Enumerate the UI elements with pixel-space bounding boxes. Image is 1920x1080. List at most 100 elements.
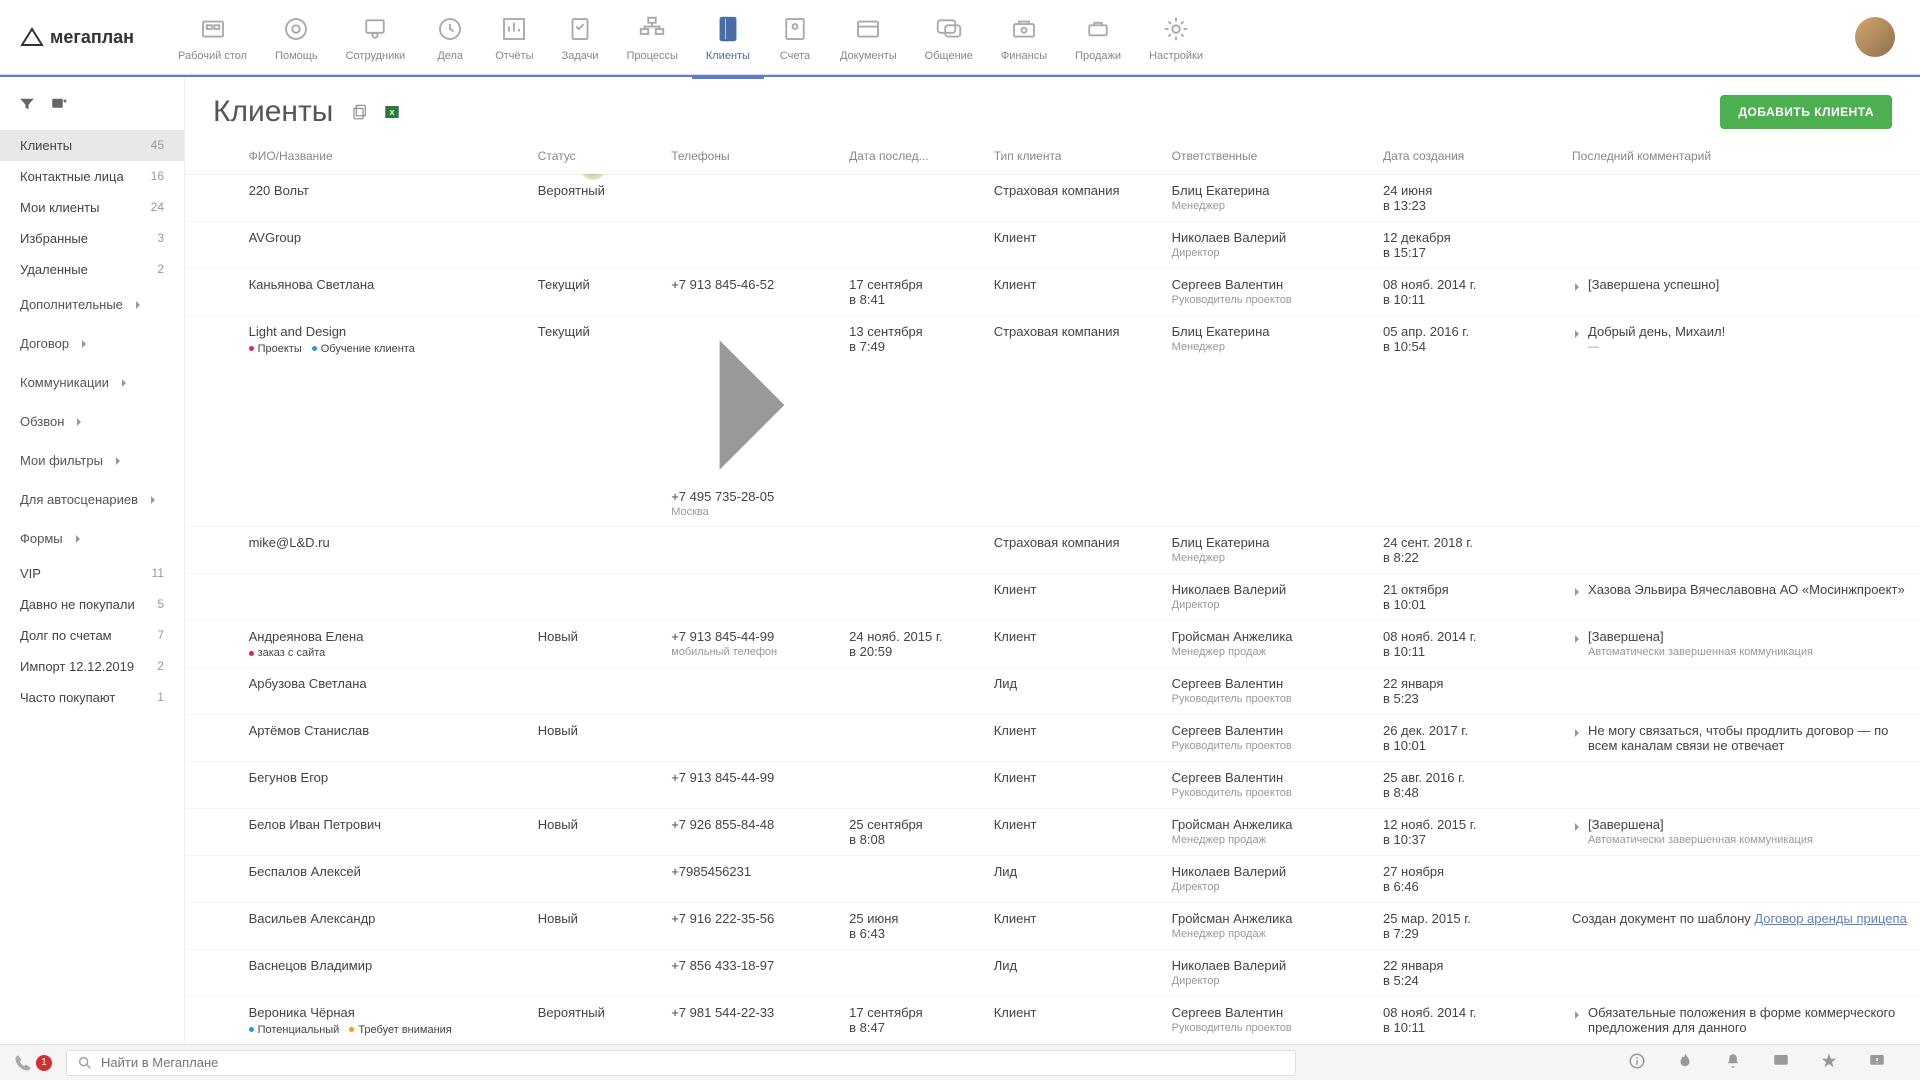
- table-row[interactable]: Беспалов Алексей +7985456231 Лид Николае…: [185, 856, 1920, 903]
- nav-label: Дела: [437, 50, 463, 62]
- add-filter-icon[interactable]: [50, 95, 68, 116]
- star-icon[interactable]: [1820, 1052, 1838, 1073]
- table-row[interactable]: Артёмов Станислав Новый Клиент Сергеев В…: [185, 715, 1920, 762]
- table-row[interactable]: Light and DesignПроектыОбучение клиента …: [185, 316, 1920, 527]
- chevron-right-icon: [1572, 632, 1582, 642]
- column-header[interactable]: Дата послед...: [841, 137, 986, 175]
- user-avatar[interactable]: [1855, 17, 1895, 57]
- nav-chat[interactable]: Общение: [911, 4, 987, 70]
- comment-text: Добрый день, Михаил!: [1588, 324, 1725, 339]
- sidebar-group[interactable]: Договор: [0, 324, 184, 363]
- nav-deals[interactable]: Дела: [419, 4, 481, 70]
- table-row[interactable]: Андреянова Еленазаказ с сайта Новый +7 9…: [185, 620, 1920, 668]
- phone-cell: +7 916 222-35-56: [663, 903, 841, 950]
- copy-icon[interactable]: [351, 103, 369, 121]
- comment-text: Не могу связаться, чтобы продлить догово…: [1588, 723, 1888, 753]
- column-header[interactable]: Последний комментарий: [1564, 137, 1920, 175]
- sidebar-item[interactable]: Клиенты45: [0, 130, 184, 161]
- last-contact-cell: 25 июня в 6:43: [841, 903, 986, 950]
- last-contact-cell: [841, 762, 986, 809]
- column-header[interactable]: Телефоны: [663, 137, 841, 175]
- responsible-name: Сергеев Валентин: [1172, 1005, 1367, 1020]
- chevron-right-icon: [113, 456, 123, 466]
- sidebar-item[interactable]: Долг по счетам7: [0, 620, 184, 651]
- nav-clients[interactable]: Клиенты: [692, 4, 764, 70]
- sidebar-item[interactable]: Контактные лица16: [0, 161, 184, 192]
- column-header[interactable]: Ответственные: [1164, 137, 1375, 175]
- table-row[interactable]: Васильев Александр Новый +7 916 222-35-5…: [185, 903, 1920, 950]
- logo[interactable]: мегаплан: [20, 25, 134, 49]
- sidebar-item[interactable]: Давно не покупали5: [0, 589, 184, 620]
- feedback-icon[interactable]: [1868, 1052, 1886, 1073]
- column-header[interactable]: Дата создания: [1375, 137, 1564, 175]
- filter-icon[interactable]: [18, 95, 36, 116]
- search-input[interactable]: [101, 1055, 1285, 1070]
- nav-settings[interactable]: Настройки: [1135, 4, 1217, 70]
- table-row[interactable]: Каньянова Светлана Текущий +7 913 845-46…: [185, 269, 1920, 316]
- top-nav: мегаплан Рабочий столПомощьСотрудники Дел…: [0, 0, 1920, 75]
- nav-desktop[interactable]: Рабочий стол: [164, 4, 261, 70]
- column-header[interactable]: Тип клиента: [986, 137, 1164, 175]
- add-client-button[interactable]: ДОБАВИТЬ КЛИЕНТА: [1720, 95, 1892, 129]
- table-row[interactable]: AVGroup Клиент Николаев ВалерийДиректор …: [185, 222, 1920, 269]
- info-icon[interactable]: [1628, 1052, 1646, 1073]
- sidebar-group[interactable]: Мои фильтры: [0, 441, 184, 480]
- type-cell: Страховая компания: [986, 526, 1164, 573]
- table-row[interactable]: Бегунов Егор +7 913 845-44-99 Клиент Сер…: [185, 762, 1920, 809]
- sidebar-item[interactable]: Часто покупают1: [0, 682, 184, 713]
- sidebar-group[interactable]: Коммуникации: [0, 363, 184, 402]
- column-header[interactable]: ФИО/Название: [241, 137, 530, 175]
- sidebar-item[interactable]: Мои клиенты24: [0, 192, 184, 223]
- nav-sales[interactable]: Продажи: [1061, 4, 1135, 70]
- nav-help[interactable]: Помощь: [261, 4, 332, 70]
- sidebar-group[interactable]: Обзвон: [0, 402, 184, 441]
- status-cell: [530, 762, 663, 809]
- global-search[interactable]: [66, 1050, 1296, 1076]
- type-cell: Клиент: [986, 762, 1164, 809]
- columns-config-icon[interactable]: [213, 150, 227, 164]
- excel-export-icon[interactable]: X: [383, 103, 401, 121]
- phone-cell: +7 856 433-18-97: [663, 950, 841, 997]
- table-row[interactable]: Вероника ЧёрнаяПотенциальныйТребует вним…: [185, 997, 1920, 1044]
- nav-tasks[interactable]: Задачи: [548, 4, 613, 70]
- flame-icon[interactable]: [1676, 1052, 1694, 1073]
- column-header[interactable]: [185, 137, 241, 175]
- responsible-name: Гройсман Анжелика: [1172, 817, 1367, 832]
- bell-icon[interactable]: [1724, 1052, 1742, 1073]
- table-row[interactable]: mike@L&D.ru Страховая компания Блиц Екат…: [185, 526, 1920, 573]
- column-header[interactable]: Статус: [530, 137, 663, 175]
- table-row[interactable]: Белов Иван Петрович Новый +7 926 855-84-…: [185, 809, 1920, 856]
- nav-finance[interactable]: Финансы: [987, 4, 1061, 70]
- phone-cell: [663, 668, 841, 715]
- sidebar-group-label: Дополнительные: [20, 297, 123, 312]
- phone-indicator[interactable]: 1: [14, 1054, 52, 1072]
- table-row[interactable]: 220 Вольт Вероятный Страховая компания Б…: [185, 175, 1920, 222]
- type-cell: Клиент: [986, 573, 1164, 620]
- last-contact-cell: 17 сентября в 8:41: [841, 269, 986, 316]
- nav-reports[interactable]: Отчёты: [481, 4, 547, 70]
- created-cell: 12 декабря в 15:17: [1375, 222, 1564, 269]
- nav-documents[interactable]: Документы: [826, 4, 911, 70]
- comment-link[interactable]: Договор аренды прицепа: [1754, 911, 1906, 926]
- sidebar-label: VIP: [20, 566, 41, 581]
- sidebar-group[interactable]: Для автосценариев: [0, 480, 184, 519]
- nav-accounts[interactable]: Счета: [764, 4, 826, 70]
- sidebar-item[interactable]: Импорт 12.12.20192: [0, 651, 184, 682]
- sidebar-item[interactable]: Избранные3: [0, 223, 184, 254]
- documents-icon: [851, 12, 885, 46]
- logo-icon: [20, 25, 44, 49]
- status-cell: Новый: [530, 903, 663, 950]
- sidebar-item[interactable]: VIP11: [0, 558, 184, 589]
- table-row[interactable]: Арбузова Светлана Лид Сергеев ВалентинРу…: [185, 668, 1920, 715]
- phone-cell: +7 495 735-28-05Москва: [663, 316, 841, 527]
- nav-staff[interactable]: Сотрудники: [332, 4, 420, 70]
- chat-icon[interactable]: [1772, 1052, 1790, 1073]
- responsible-name: Николаев Валерий: [1172, 958, 1367, 973]
- sidebar-item[interactable]: Удаленные2: [0, 254, 184, 285]
- phone-cell: +7 913 845-44-99: [663, 762, 841, 809]
- table-row[interactable]: Клиент Николаев ВалерийДиректор 21 октяб…: [185, 573, 1920, 620]
- sidebar-group[interactable]: Формы: [0, 519, 184, 558]
- table-row[interactable]: Васнецов Владимир +7 856 433-18-97 Лид Н…: [185, 950, 1920, 997]
- sidebar-group[interactable]: Дополнительные: [0, 285, 184, 324]
- nav-processes[interactable]: Процессы: [613, 4, 692, 70]
